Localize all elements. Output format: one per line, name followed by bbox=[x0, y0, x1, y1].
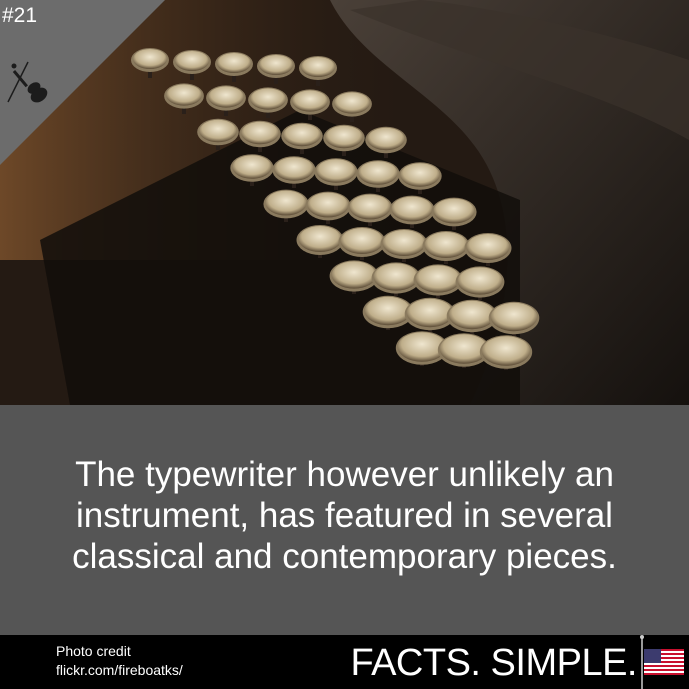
fact-card: #21 The typewriter however unlikely an i… bbox=[0, 0, 689, 689]
fact-number: #21 bbox=[2, 4, 38, 27]
violin-icon bbox=[7, 61, 48, 103]
fact-text: The typewriter however unlikely an instr… bbox=[72, 454, 617, 576]
photo-credit-label: Photo credit bbox=[56, 643, 131, 659]
fact-panel: The typewriter however unlikely an instr… bbox=[0, 405, 689, 635]
us-flag-icon bbox=[640, 635, 684, 689]
brand-logo-text: FACTS. SIMPLE. bbox=[350, 642, 637, 684]
footer: Photo credit flickr.com/fireboatks/ FACT… bbox=[0, 635, 689, 689]
photo-credit-source[interactable]: flickr.com/fireboatks/ bbox=[56, 662, 183, 678]
